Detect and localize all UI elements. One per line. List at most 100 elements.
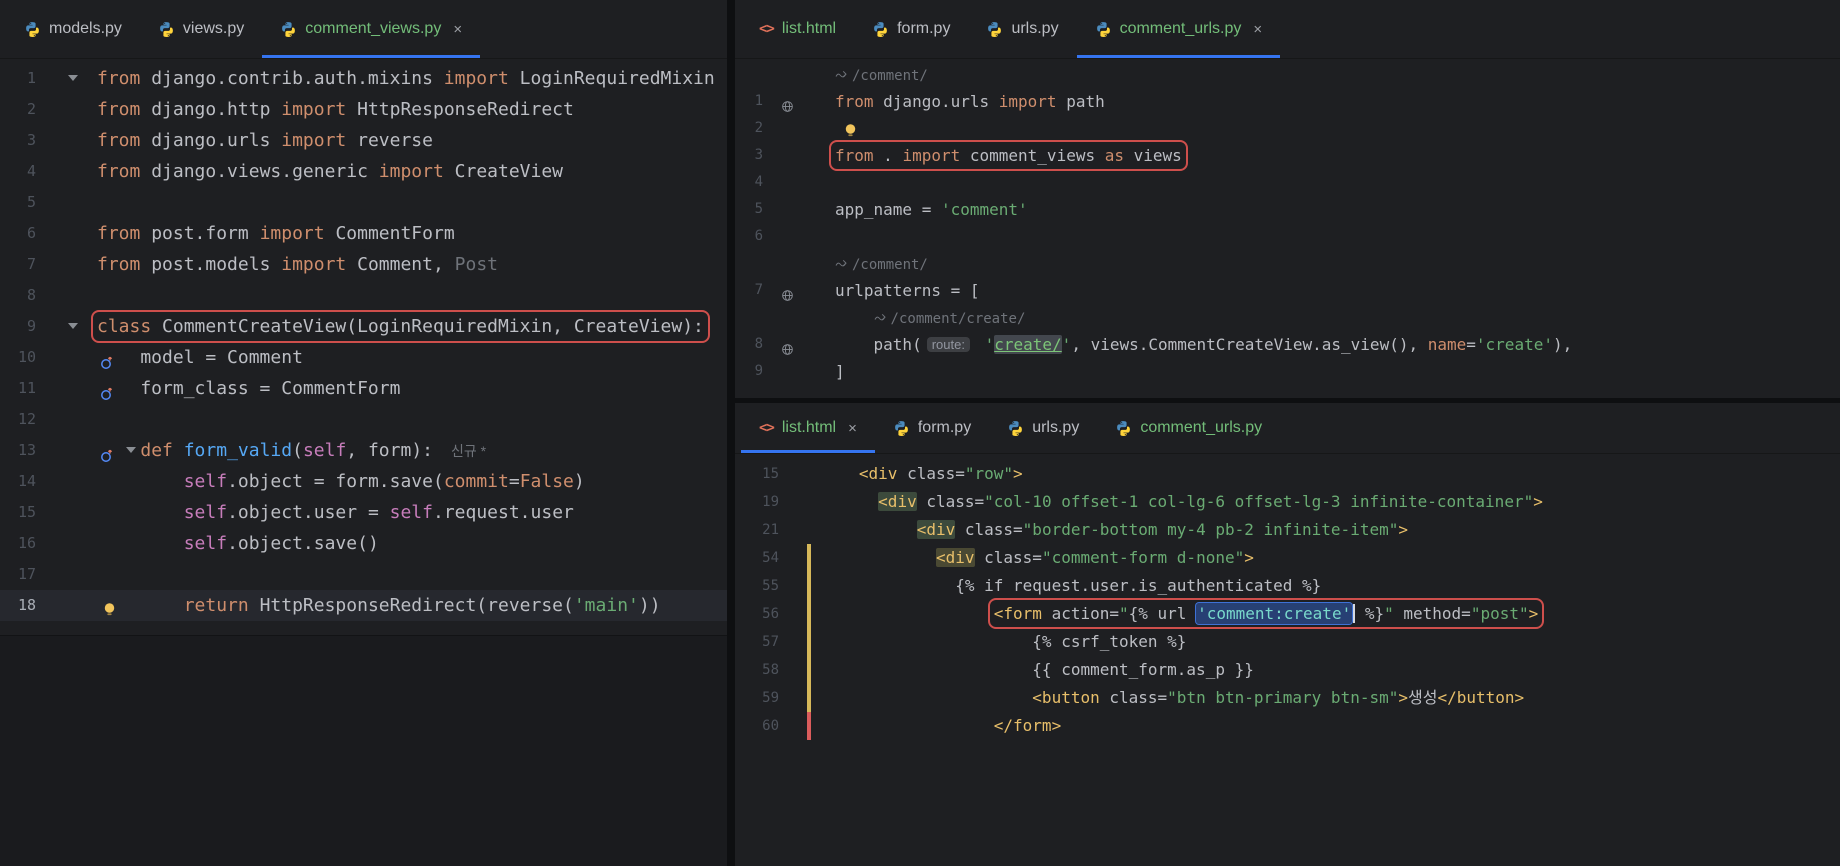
line-number[interactable]: 12: [0, 404, 36, 435]
line-number[interactable]: 5: [0, 187, 36, 218]
code-line-18[interactable]: 18 return HttpResponseRedirect(reverse('…: [0, 590, 727, 621]
line-number[interactable]: 21: [735, 516, 779, 544]
code-line-57[interactable]: 57 {% csrf_token %}: [735, 628, 1840, 656]
close-icon[interactable]: ×: [1253, 21, 1262, 38]
code-line-13[interactable]: 13 def form_valid(self, form): 신규 *: [0, 435, 727, 466]
close-icon[interactable]: ×: [848, 420, 857, 437]
tab-urls.py[interactable]: urls.py: [968, 0, 1076, 58]
code-line-4[interactable]: 4: [735, 169, 1840, 196]
line-number[interactable]: 15: [735, 460, 779, 488]
line-number[interactable]: 8: [0, 280, 36, 311]
line-number[interactable]: 7: [0, 249, 36, 280]
line-number[interactable]: 6: [735, 223, 763, 250]
code-line-58[interactable]: 58 {{ comment_form.as_p }}: [735, 656, 1840, 684]
red-annotation-box: from . import comment_views as views: [829, 140, 1188, 171]
line-number[interactable]: 6: [0, 218, 36, 249]
bulb-icon[interactable]: [102, 597, 117, 628]
line-number[interactable]: 59: [735, 684, 779, 712]
tab-comment_views.py[interactable]: comment_views.py ×: [262, 0, 481, 58]
code-line-3[interactable]: 3 from django.urls import reverse: [0, 125, 727, 156]
code-line-8[interactable]: 8 path(route: 'create/', views.CommentCr…: [735, 331, 1840, 358]
code-line-12[interactable]: 12: [0, 404, 727, 435]
code-line-59[interactable]: 59 <button class="btn btn-primary btn-sm…: [735, 684, 1840, 712]
line-number[interactable]: 9: [0, 311, 36, 342]
line-number[interactable]: 2: [735, 115, 763, 142]
line-number[interactable]: 17: [0, 559, 36, 590]
indentation: [830, 688, 1032, 707]
code-line-9[interactable]: 9 class CommentCreateView(LoginRequiredMi…: [0, 310, 727, 343]
code-line-9[interactable]: 9]: [735, 358, 1840, 385]
fold-chevron-icon[interactable]: [68, 323, 78, 329]
line-number[interactable]: 4: [0, 156, 36, 187]
tab-models.py[interactable]: models.py: [6, 0, 140, 58]
tab-form.py[interactable]: form.py: [875, 403, 989, 453]
python-file-icon: [280, 21, 297, 38]
code-line-2[interactable]: 2 from django.http import HttpResponseRed…: [0, 94, 727, 125]
line-number[interactable]: 14: [0, 466, 36, 497]
line-number[interactable]: 5: [735, 196, 763, 223]
line-number[interactable]: 9: [735, 358, 763, 385]
line-number[interactable]: 15: [0, 497, 36, 528]
line-number[interactable]: 54: [735, 544, 779, 572]
code-line-11[interactable]: 11 form_class = CommentForm: [0, 373, 727, 404]
tab-views.py[interactable]: views.py: [140, 0, 262, 58]
line-number[interactable]: 16: [0, 528, 36, 559]
code-line-4[interactable]: 4 from django.views.generic import Create…: [0, 156, 727, 187]
line-number[interactable]: 56: [735, 600, 779, 628]
code-line-19[interactable]: 19 <div class="col-10 offset-1 col-lg-6 …: [735, 488, 1840, 516]
code-line-16[interactable]: 16 self.object.save(): [0, 528, 727, 559]
code-line-8[interactable]: 8: [0, 280, 727, 311]
code-line-1[interactable]: 1 from django.contrib.auth.mixins import …: [0, 63, 727, 94]
fold-chevron-icon[interactable]: [126, 447, 136, 453]
code-line-60[interactable]: 60 </form>: [735, 712, 1840, 740]
code-line-2[interactable]: 2: [735, 115, 1840, 142]
line-number[interactable]: 3: [735, 142, 763, 169]
code-line-6[interactable]: 6 from post.form import CommentForm: [0, 218, 727, 249]
fold-chevron-icon[interactable]: [68, 75, 78, 81]
line-number[interactable]: 19: [735, 488, 779, 516]
line-number[interactable]: 60: [735, 712, 779, 740]
url-hint-line[interactable]: /comment/create/: [735, 304, 1840, 331]
tab-comment_urls.py[interactable]: comment_urls.py ×: [1076, 0, 1281, 58]
code-line-3[interactable]: 3 from . import comment_views as views: [735, 140, 1840, 171]
tab-list.html[interactable]: <> list.html: [741, 0, 854, 58]
line-number[interactable]: 58: [735, 656, 779, 684]
tab-form.py[interactable]: form.py: [854, 0, 968, 58]
line-number[interactable]: 2: [0, 94, 36, 125]
line-number[interactable]: 7: [735, 277, 763, 304]
code-line-15[interactable]: 15 self.object.user = self.request.user: [0, 497, 727, 528]
close-icon[interactable]: ×: [453, 21, 462, 38]
tab-urls.py[interactable]: urls.py: [989, 403, 1097, 453]
url-hint-line[interactable]: /comment/: [735, 250, 1840, 277]
line-number[interactable]: 13: [0, 435, 36, 466]
line-number[interactable]: 4: [735, 169, 763, 196]
code-line-15[interactable]: 15 <div class="row">: [735, 460, 1840, 488]
url-hint-icon: [835, 252, 847, 279]
line-number[interactable]: 57: [735, 628, 779, 656]
line-number[interactable]: 8: [735, 331, 763, 358]
tab-list.html[interactable]: <> list.html ×: [741, 403, 875, 453]
line-number[interactable]: 18: [0, 590, 36, 621]
line-number[interactable]: 1: [0, 63, 36, 94]
line-number[interactable]: 1: [735, 88, 763, 115]
line-number[interactable]: 55: [735, 572, 779, 600]
code-line-5[interactable]: 5 app_name = 'comment': [735, 196, 1840, 223]
code-line-6[interactable]: 6: [735, 223, 1840, 250]
code-line-56[interactable]: 56 <form action="{% url 'comment:create'…: [735, 598, 1840, 629]
code-line-7[interactable]: 7 from post.models import Comment, Post: [0, 249, 727, 280]
code-line-17[interactable]: 17: [0, 559, 727, 590]
code-line-1[interactable]: 1 from django.urls import path: [735, 88, 1840, 115]
tab-comment_urls.py[interactable]: comment_urls.py: [1097, 403, 1280, 453]
line-number[interactable]: 3: [0, 125, 36, 156]
code-line-14[interactable]: 14 self.object = form.save(commit=False): [0, 466, 727, 497]
code-line-7[interactable]: 7 urlpatterns = [: [735, 277, 1840, 304]
code-line-54[interactable]: 54 <div class="comment-form d-none">: [735, 544, 1840, 572]
url-hint-line[interactable]: /comment/: [735, 61, 1840, 88]
line-number[interactable]: 11: [0, 373, 36, 404]
line-number[interactable]: 10: [0, 342, 36, 373]
code-line-55[interactable]: 55 {% if request.user.is_authenticated %…: [735, 572, 1840, 600]
code-line-21[interactable]: 21 <div class="border-bottom my-4 pb-2 i…: [735, 516, 1840, 544]
code-line-10[interactable]: 10 model = Comment: [0, 342, 727, 373]
code-line-5[interactable]: 5: [0, 187, 727, 218]
editor-pane-top-right: <> list.html form.py urls.py comment_urls.py…: [735, 0, 1840, 398]
